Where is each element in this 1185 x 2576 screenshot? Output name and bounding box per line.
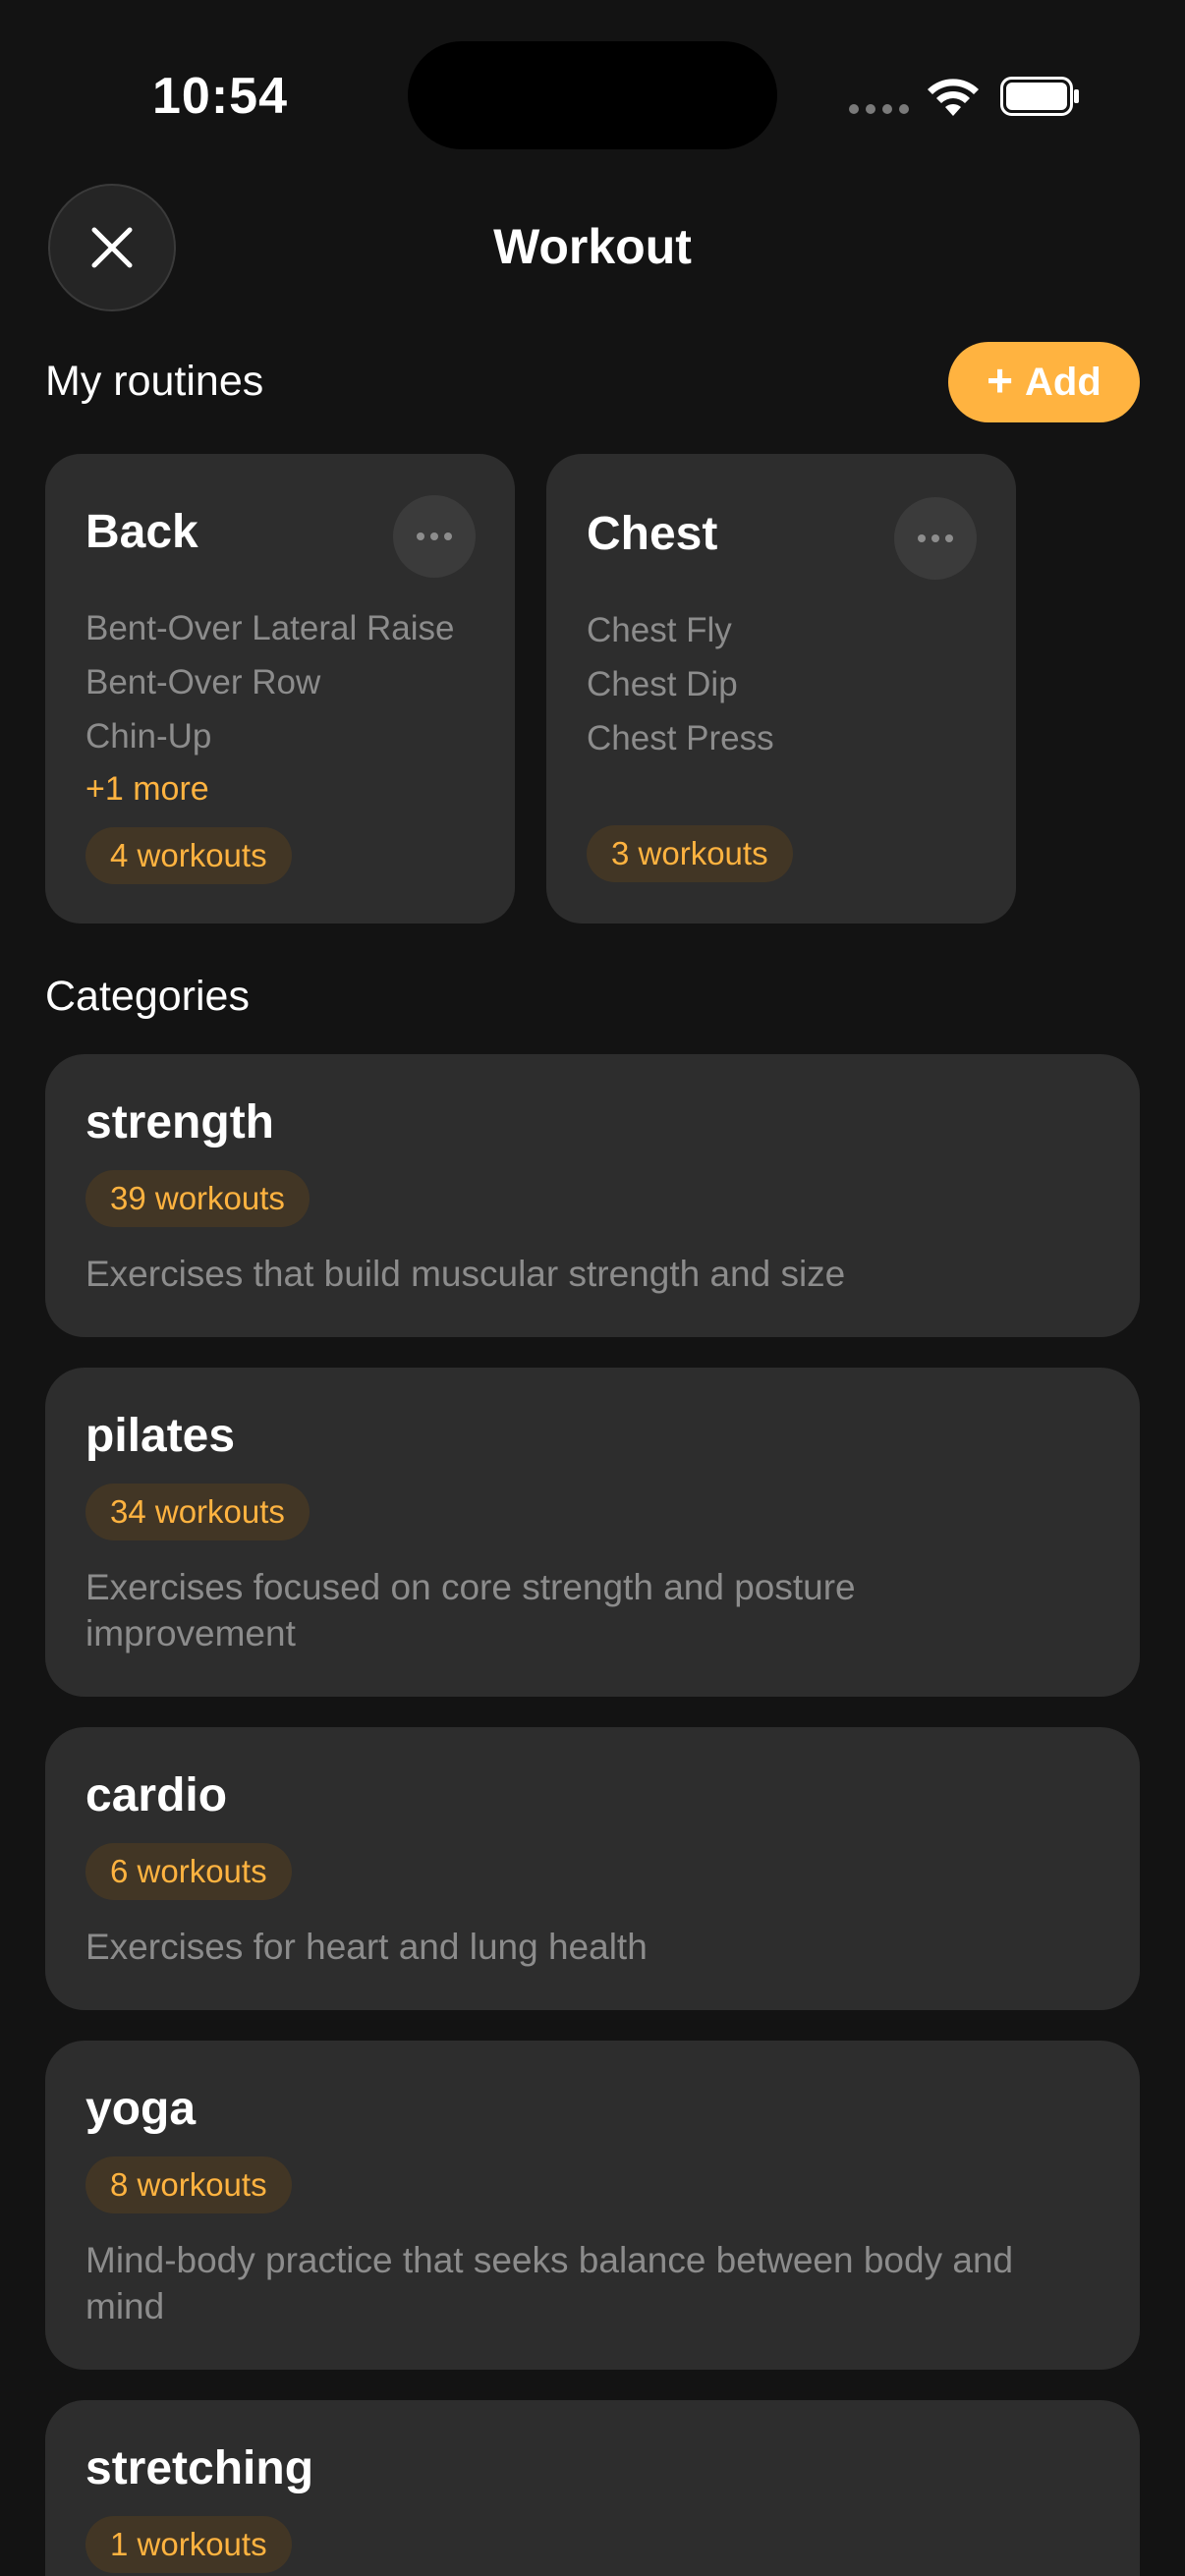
routine-card-chest[interactable]: Chest Chest Fly Chest Dip Chest Press 3 … bbox=[546, 454, 1016, 924]
routine-exercise: Bent-Over Row bbox=[85, 663, 321, 701]
category-card-pilates[interactable]: pilates 34 workouts Exercises focused on… bbox=[45, 1368, 1140, 1697]
routine-more-button[interactable] bbox=[393, 495, 476, 578]
category-card-stretching[interactable]: stretching 1 workouts bbox=[45, 2400, 1140, 2576]
more-icon bbox=[918, 534, 926, 542]
add-routine-button[interactable]: + Add bbox=[948, 342, 1140, 422]
category-workout-count-badge: 6 workouts bbox=[85, 1843, 292, 1900]
routine-exercise-list: Bent-Over Lateral Raise Bent-Over Row Ch… bbox=[85, 601, 479, 814]
category-title: stretching bbox=[85, 2442, 314, 2494]
dynamic-island bbox=[408, 41, 777, 149]
routine-exercise: Chin-Up bbox=[85, 717, 212, 756]
category-description: Exercises focused on core strength and p… bbox=[85, 1567, 856, 1653]
status-bar: 10:54 bbox=[0, 0, 1185, 187]
routine-exercise: Bent-Over Lateral Raise bbox=[85, 609, 455, 647]
routine-title: Back bbox=[85, 506, 198, 558]
category-title: cardio bbox=[85, 1769, 228, 1821]
category-workout-count-badge: 34 workouts bbox=[85, 1484, 310, 1540]
category-workout-count-badge: 39 workouts bbox=[85, 1170, 310, 1227]
routine-card-back[interactable]: Back Bent-Over Lateral Raise Bent-Over R… bbox=[45, 454, 515, 924]
add-button-label: Add bbox=[1025, 360, 1101, 404]
cellular-signal-icon bbox=[849, 104, 909, 114]
routine-exercise: Chest Dip bbox=[587, 665, 738, 703]
categories-section-title: Categories bbox=[45, 973, 250, 1020]
category-workout-count-badge: 8 workouts bbox=[85, 2156, 292, 2213]
routines-section-title: My routines bbox=[45, 358, 264, 405]
more-icon bbox=[417, 532, 424, 540]
routine-more-button[interactable] bbox=[894, 497, 977, 580]
routine-title: Chest bbox=[587, 508, 718, 560]
plus-icon: + bbox=[987, 355, 1014, 406]
category-card-strength[interactable]: strength 39 workouts Exercises that buil… bbox=[45, 1054, 1140, 1337]
category-title: strength bbox=[85, 1096, 274, 1148]
battery-icon bbox=[1000, 77, 1079, 116]
routine-more-exercises: +1 more bbox=[85, 770, 209, 808]
category-description: Mind-body practice that seeks balance be… bbox=[85, 2240, 1014, 2326]
wifi-icon bbox=[928, 79, 979, 116]
routine-exercise-list: Chest Fly Chest Dip Chest Press bbox=[587, 603, 980, 765]
category-description: Exercises that build muscular strength a… bbox=[85, 1254, 846, 1294]
category-title: pilates bbox=[85, 1410, 236, 1462]
category-workout-count-badge: 1 workouts bbox=[85, 2516, 292, 2573]
routine-workout-count-badge: 4 workouts bbox=[85, 827, 292, 884]
routine-workout-count-badge: 3 workouts bbox=[587, 825, 793, 882]
routine-exercise: Chest Fly bbox=[587, 611, 732, 649]
category-card-cardio[interactable]: cardio 6 workouts Exercises for heart an… bbox=[45, 1727, 1140, 2010]
routine-exercise: Chest Press bbox=[587, 719, 774, 757]
page-title: Workout bbox=[493, 219, 692, 274]
category-title: yoga bbox=[85, 2083, 197, 2135]
category-description: Exercises for heart and lung health bbox=[85, 1927, 648, 1967]
status-time: 10:54 bbox=[152, 68, 288, 125]
category-card-yoga[interactable]: yoga 8 workouts Mind-body practice that … bbox=[45, 2041, 1140, 2370]
